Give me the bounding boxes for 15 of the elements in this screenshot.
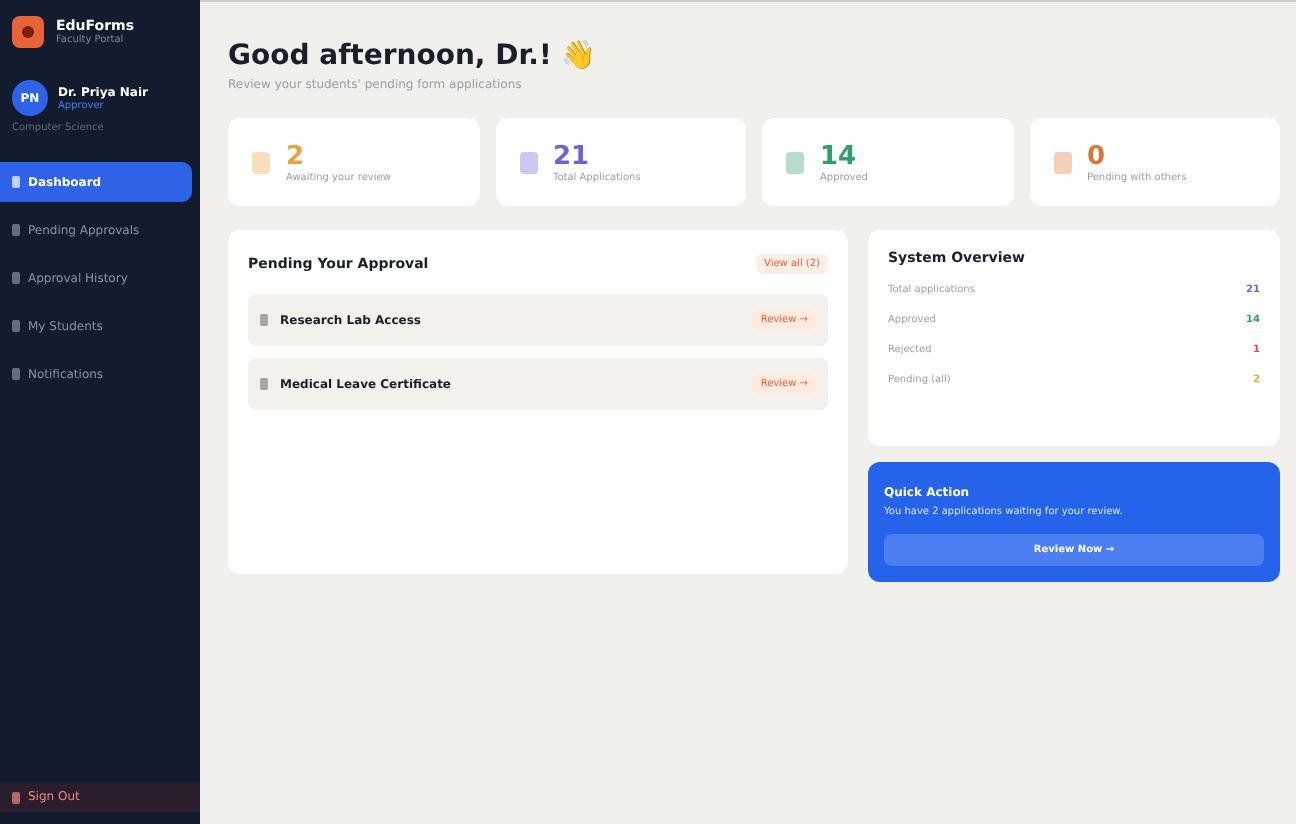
- nav-icon: [12, 224, 20, 236]
- stat-value: 0: [1087, 141, 1108, 171]
- nav-icon: [12, 320, 20, 332]
- nav-icon: [12, 272, 20, 284]
- stat-value: 2: [286, 141, 307, 171]
- stat-value: 14: [820, 141, 859, 171]
- stat-icon: [786, 151, 804, 173]
- stat-icon: [519, 151, 537, 173]
- stat-value: 21: [553, 141, 592, 171]
- stat-icon: [1053, 151, 1071, 173]
- greeting-title: Good afternoon, Dr.! 👋: [228, 38, 598, 72]
- stat-icon: [252, 151, 270, 173]
- nav-icon: [12, 368, 20, 380]
- nav-icon: [12, 176, 20, 188]
- logo-icon: [12, 16, 44, 48]
